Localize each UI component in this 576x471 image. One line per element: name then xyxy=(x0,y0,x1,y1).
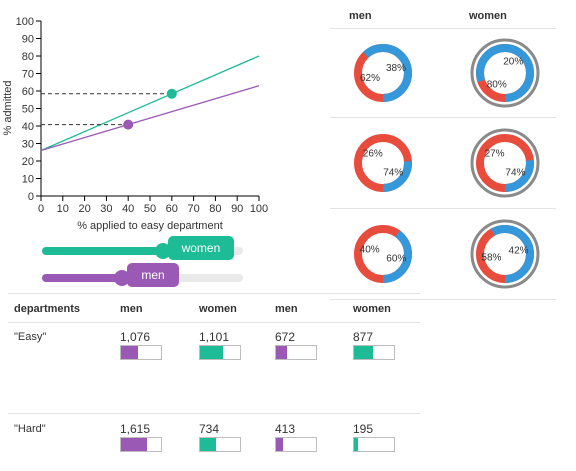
table-row-divider xyxy=(8,413,420,414)
table-cell-bar-fill xyxy=(276,438,283,451)
table-cell-value: 734 xyxy=(199,422,220,436)
donut-women-row-2: 27%74% xyxy=(470,128,540,198)
donut-men-row-3: 40% 60% xyxy=(354,225,412,283)
table-cell-bar xyxy=(275,345,317,360)
table-cell-bar xyxy=(120,437,162,452)
table-cell-value: 413 xyxy=(275,422,296,436)
admitted-percent-label: 26% xyxy=(363,148,383,159)
table-row-label: "Hard" xyxy=(14,423,46,435)
rejected-percent-label: 38% xyxy=(386,63,406,74)
donut-center xyxy=(503,71,507,75)
donut-women-row-1: 80% 20% xyxy=(470,38,540,108)
table-header-men: men xyxy=(120,303,143,315)
rejected-percent-label: 42% xyxy=(509,246,529,257)
table-cell-bar-fill xyxy=(121,438,147,451)
table-cell-bar-fill xyxy=(121,346,138,359)
rejected-percent-label: 60% xyxy=(386,253,406,264)
table-cell-bar xyxy=(120,345,162,360)
table-row-label: "Easy" xyxy=(14,331,47,343)
table-cell-value: 195 xyxy=(353,422,374,436)
donut-center xyxy=(381,71,385,75)
table-header-women: women xyxy=(199,303,237,315)
rejected-percent-label: 74% xyxy=(383,168,403,179)
table-cell-bar-fill xyxy=(200,438,216,451)
table-cell-value: 1,101 xyxy=(199,330,230,344)
donut-women-row-3: 58% 42% xyxy=(470,219,540,289)
table-header-rule xyxy=(8,322,420,323)
donut-center xyxy=(503,161,507,165)
admitted-percent-label: 62% xyxy=(360,73,380,84)
table-cell-bar-fill xyxy=(200,346,224,359)
admitted-percent-label: 27% xyxy=(485,149,505,160)
table-cell-bar-fill xyxy=(354,346,374,359)
table-cell-value: 1,076 xyxy=(120,330,151,344)
table-header-departments: departments xyxy=(14,303,81,315)
table-cell-bar xyxy=(199,345,241,360)
table-cell-bar-fill xyxy=(354,438,358,451)
table-cell-bar xyxy=(353,437,395,452)
rejected-percent-label: 74% xyxy=(505,167,525,178)
donut-men-row-2: 26%74% xyxy=(354,134,412,192)
donut-grid: 62%38%80%20%26%74%27%74%40%60% 58%42% xyxy=(354,38,540,289)
table-top-rule xyxy=(8,293,420,294)
table-cell-value: 672 xyxy=(275,330,296,344)
donut-center xyxy=(503,252,507,256)
admitted-percent-label: 40% xyxy=(360,245,380,256)
donut-men-row-1: 62% 38% xyxy=(354,44,412,102)
table-cell-bar-fill xyxy=(276,346,288,359)
table-cell-value: 1,615 xyxy=(120,422,151,436)
table-header-women: women xyxy=(353,303,391,315)
table-header-men: men xyxy=(275,303,298,315)
rejected-percent-label: 20% xyxy=(503,57,523,68)
table-cell-bar xyxy=(353,345,395,360)
table-cell-bar xyxy=(199,437,241,452)
admitted-percent-label: 58% xyxy=(481,252,501,263)
admitted-percent-label: 80% xyxy=(487,79,507,90)
donut-center xyxy=(381,161,385,165)
donut-center xyxy=(381,252,385,256)
table-cell-bar xyxy=(275,437,317,452)
table-cell-value: 877 xyxy=(353,330,374,344)
